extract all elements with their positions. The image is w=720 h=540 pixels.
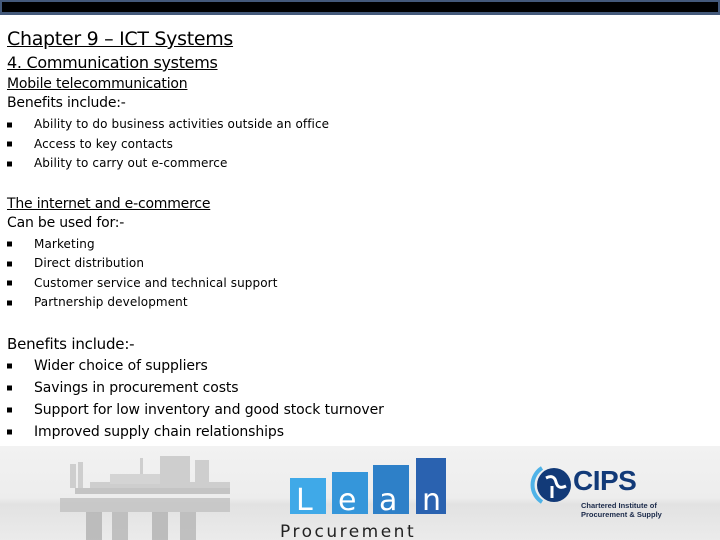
list-item: Marketing: [7, 235, 707, 255]
bullet-icon: [7, 300, 12, 306]
list-item: Wider choice of suppliers: [7, 355, 707, 377]
bullet-icon: [7, 161, 12, 167]
list-item-text: Access to key contacts: [34, 136, 173, 151]
mobile-heading: Mobile telecommunication: [7, 76, 188, 92]
bullet-icon: [7, 241, 12, 247]
list-item: Customer service and technical support: [7, 274, 707, 294]
list-item-text: Customer service and technical support: [34, 275, 278, 290]
cips-name: CIPS: [573, 465, 637, 496]
slide-content: Chapter 9 – ICT Systems 4. Communication…: [7, 26, 707, 443]
lean-letter: n: [422, 483, 441, 518]
slide-title: Chapter 9 – ICT Systems: [7, 28, 234, 50]
oil-rig-image: [60, 456, 230, 540]
list-item: Direct distribution: [7, 254, 707, 274]
lean-word: Procurement: [280, 522, 416, 540]
bullet-icon: [7, 407, 12, 412]
mobile-list: Ability to do business activities outsid…: [7, 115, 707, 174]
top-bar: [0, 0, 720, 15]
bullet-icon: [7, 141, 12, 147]
list-item-text: Partnership development: [34, 295, 188, 309]
list-item: Access to key contacts: [7, 135, 707, 155]
top-bar-inner: [2, 2, 718, 12]
internet-list: Marketing Direct distribution Customer s…: [7, 235, 707, 313]
list-item-text: Improved supply chain relationships: [34, 423, 284, 440]
cips-tagline-line2: Procurement & Supply: [581, 510, 662, 519]
cips-tagline-line1: Chartered Institute of: [581, 501, 657, 510]
lean-letter: e: [338, 483, 356, 518]
internet-intro: Can be used for:-: [7, 214, 125, 231]
list-item: Ability to do business activities outsid…: [7, 115, 707, 135]
benefits-list: Wider choice of suppliers Savings in pro…: [7, 355, 707, 443]
list-item: Partnership development: [7, 293, 707, 313]
cips-emblem-icon: [530, 466, 571, 504]
cips-tagline: Chartered Institute of Procurement & Sup…: [581, 501, 662, 519]
list-item-text: Ability to do business activities outsid…: [34, 117, 330, 131]
list-item-text: Marketing: [34, 236, 95, 251]
lean-letter: L: [296, 483, 313, 518]
lean-letter: a: [379, 483, 397, 518]
benefits-intro: Benefits include:-: [7, 334, 135, 353]
bullet-icon: [7, 261, 12, 267]
internet-heading: The internet and e-commerce: [7, 195, 211, 212]
list-item: Improved supply chain relationships: [7, 421, 707, 443]
list-item: Savings in procurement costs: [7, 377, 707, 399]
bullet-icon: [7, 122, 12, 128]
cips-logo: CIPS Chartered Institute of Procurement …: [530, 462, 670, 522]
bullet-icon: [7, 385, 12, 390]
bullet-icon: [7, 280, 12, 286]
list-item-text: Wider choice of suppliers: [34, 357, 208, 374]
list-item-text: Direct distribution: [34, 256, 145, 270]
list-item: Ability to carry out e-commerce: [7, 154, 707, 174]
list-item-text: Ability to carry out e-commerce: [34, 156, 228, 170]
bullet-icon: [7, 429, 12, 434]
list-item: Support for low inventory and good stock…: [7, 399, 707, 421]
bullet-icon: [7, 363, 12, 368]
mobile-intro: Benefits include:-: [7, 95, 126, 111]
slide-subtitle: 4. Communication systems: [7, 53, 218, 72]
footer-banner: L e a n Procurement CIPS Chartered Insti…: [0, 446, 720, 540]
list-item-text: Savings in procurement costs: [34, 379, 239, 396]
list-item-text: Support for low inventory and good stock…: [34, 401, 384, 418]
lean-procurement-logo: L e a n Procurement: [280, 458, 446, 540]
